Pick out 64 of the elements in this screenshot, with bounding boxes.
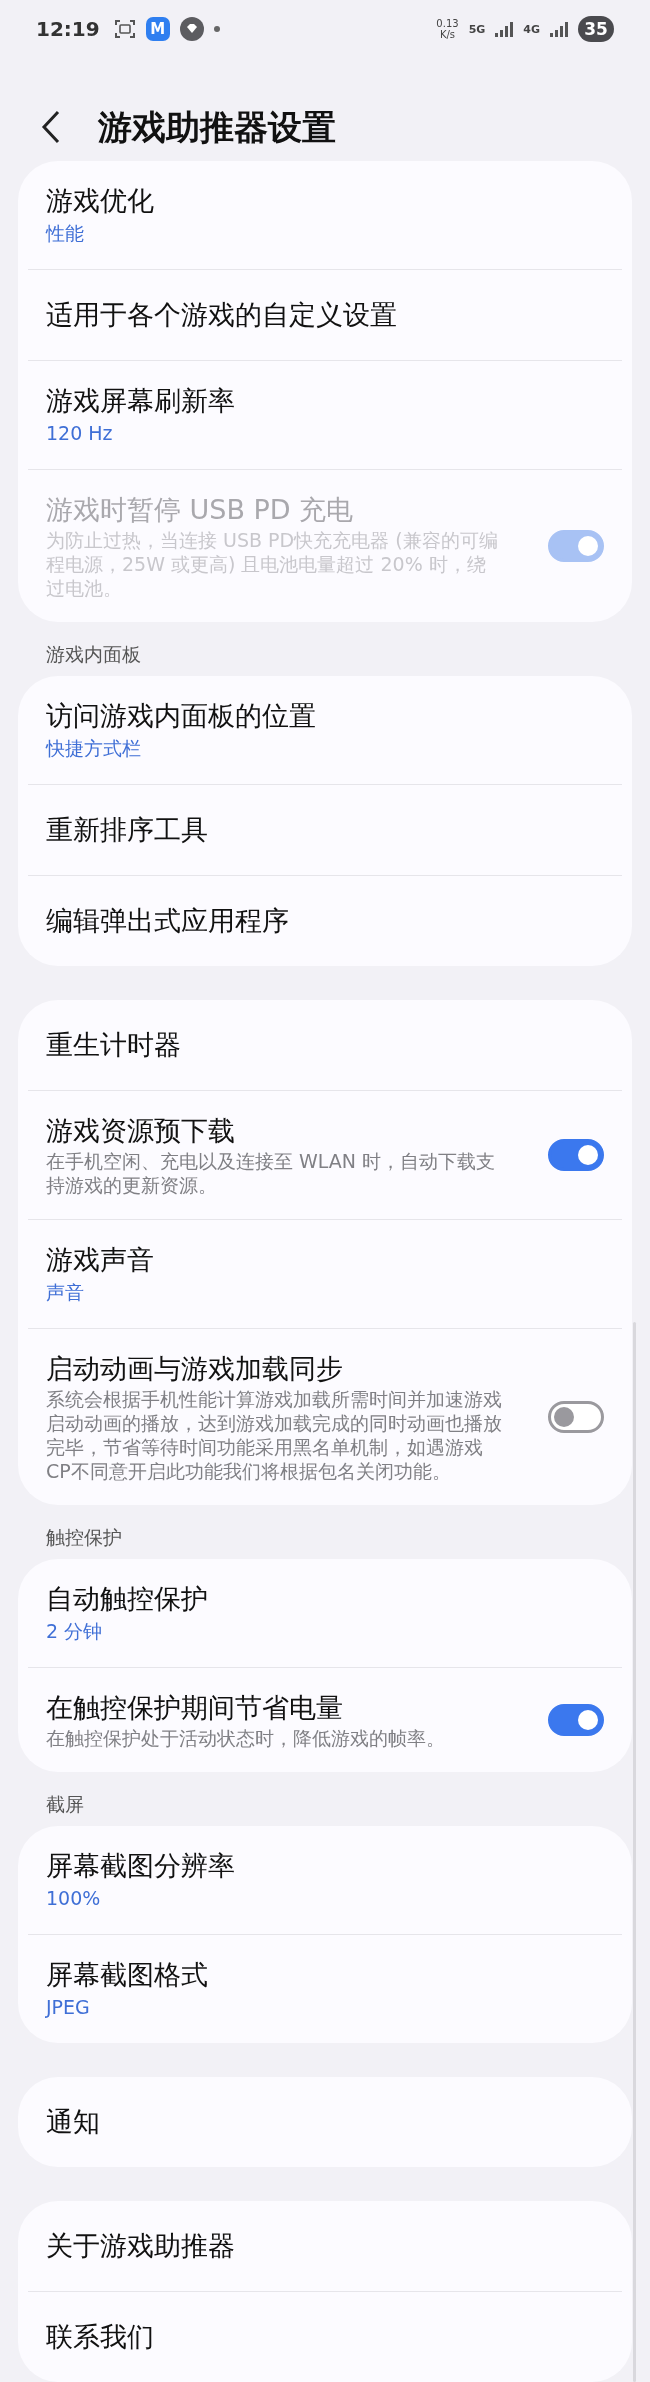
settings-row[interactable]: 访问游戏内面板的位置 快捷方式栏 [28, 676, 622, 784]
item-value: 2 分钟 [46, 1619, 104, 1644]
item-title: 重新排序工具 [46, 813, 209, 847]
network-type: 4G [523, 22, 540, 36]
speed-value: 0.13 [436, 18, 459, 29]
item-value: 声音 [46, 1280, 85, 1305]
item-title: 游戏优化 [46, 184, 155, 218]
item-title: 游戏资源预下载 [46, 1114, 236, 1148]
settings-row[interactable]: 关于游戏助推器 [28, 2201, 622, 2291]
settings-row[interactable]: 通知 [28, 2077, 622, 2167]
item-title: 适用于各个游戏的自定义设置 [46, 298, 398, 332]
item-title: 通知 [46, 2105, 101, 2139]
section-header: 游戏内面板 [45, 642, 142, 667]
dot-icon [213, 26, 220, 32]
item-title: 自动触控保护 [46, 1582, 209, 1616]
screenshot-icon [113, 19, 136, 39]
settings-row[interactable]: 联系我们 [28, 2291, 622, 2382]
toggle-switch[interactable] [548, 1139, 604, 1171]
item-value: 快捷方式栏 [46, 736, 142, 761]
item-title: 启动动画与游戏加载同步 [46, 1352, 344, 1386]
item-title: 重生计时器 [46, 1028, 182, 1062]
section-header: 触控保护 [45, 1525, 123, 1550]
item-title: 游戏时暂停 USB PD 充电 [46, 493, 355, 527]
settings-row[interactable]: 游戏优化 性能 [28, 161, 622, 269]
network-type: 5G [468, 22, 486, 36]
item-title: 游戏声音 [46, 1243, 155, 1277]
section-header: 截屏 [45, 1792, 85, 1817]
back-icon[interactable] [40, 110, 62, 144]
item-description: 在触控保护处于活动状态时，降低游戏的帧率。 [46, 1726, 446, 1750]
settings-row[interactable]: 屏幕截图格式 JPEG [28, 1934, 622, 2043]
item-title: 在触控保护期间节省电量 [46, 1691, 344, 1725]
settings-row[interactable]: 屏幕截图分辨率 100% [28, 1826, 622, 1934]
signal-icon [550, 21, 568, 37]
settings-row[interactable]: 游戏资源预下载 在手机空闲、充电以及连接至 WLAN 时，自动下载支持游戏的更新资源。 [28, 1090, 622, 1219]
item-value: 120 Hz [46, 421, 114, 446]
speed-unit: K/s [439, 29, 456, 40]
settings-row[interactable]: 自动触控保护 2 分钟 [28, 1559, 622, 1667]
item-title: 关于游戏助推器 [46, 2229, 236, 2263]
status-time: 12:19 [36, 17, 100, 41]
settings-row[interactable]: 启动动画与游戏加载同步 系统会根据手机性能计算游戏加载所需时间并加速游戏启动动画的播放，达到游戏加载完成的同时动画也播放完毕，节省等待时间功能采用黑名单机制，如遇游戏CP不同意开启此功能我们将根据包名关闭功能。 [28, 1328, 622, 1505]
toggle-switch[interactable] [548, 1704, 604, 1736]
settings-row[interactable]: 编辑弹出式应用程序 [28, 875, 622, 966]
item-title: 屏幕截图格式 [46, 1958, 209, 1992]
item-title: 访问游戏内面板的位置 [46, 699, 317, 733]
item-value: 100% [46, 1886, 102, 1911]
settings-row[interactable]: 游戏声音 声音 [28, 1219, 622, 1328]
item-title: 联系我们 [46, 2320, 155, 2354]
settings-row[interactable]: 在触控保护期间节省电量 在触控保护处于活动状态时，降低游戏的帧率。 [28, 1667, 622, 1772]
settings-row[interactable]: 重生计时器 [28, 1000, 622, 1090]
settings-row[interactable]: 游戏屏幕刷新率 120 Hz [28, 360, 622, 469]
settings-row[interactable]: 重新排序工具 [28, 784, 622, 875]
settings-row[interactable]: 适用于各个游戏的自定义设置 [28, 269, 622, 360]
app-icon: M [145, 17, 170, 41]
item-description: 系统会根据手机性能计算游戏加载所需时间并加速游戏启动动画的播放，达到游戏加载完成的同时动画也播放完毕，节省等待时间功能采用黑名单机制，如遇游戏CP不同意开启此功能我们将根据包名关闭功能。 [46, 1387, 503, 1483]
item-value: 性能 [46, 221, 85, 246]
item-title: 屏幕截图分辨率 [46, 1849, 236, 1883]
signal-icon [495, 21, 514, 37]
item-title: 游戏屏幕刷新率 [46, 384, 236, 418]
item-title: 编辑弹出式应用程序 [46, 904, 290, 938]
item-value: JPEG [46, 1995, 91, 2020]
toggle-switch[interactable] [548, 1401, 604, 1433]
battery-indicator: 35 [578, 16, 614, 42]
item-description: 在手机空闲、充电以及连接至 WLAN 时，自动下载支持游戏的更新资源。 [46, 1149, 497, 1197]
page-title: 游戏助推器设置 [98, 106, 336, 149]
